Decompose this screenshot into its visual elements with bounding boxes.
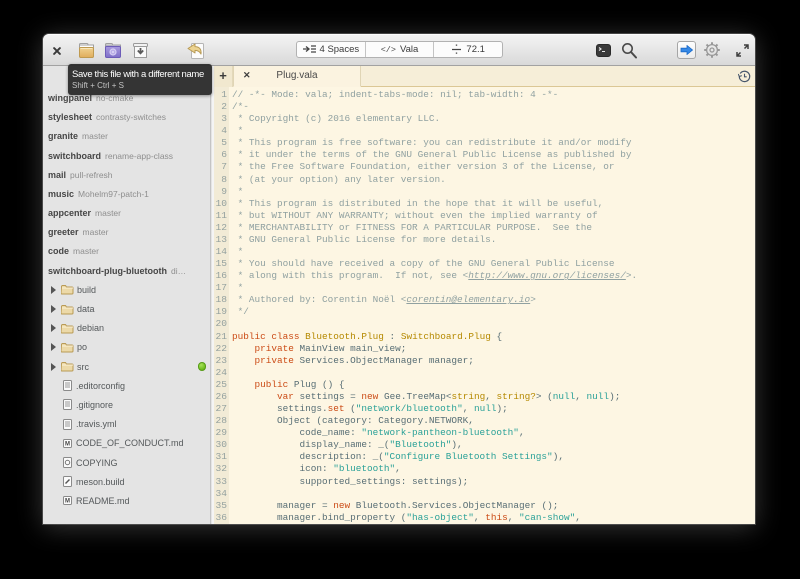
svg-text:M: M (65, 441, 70, 447)
svg-text:M: M (65, 499, 70, 505)
